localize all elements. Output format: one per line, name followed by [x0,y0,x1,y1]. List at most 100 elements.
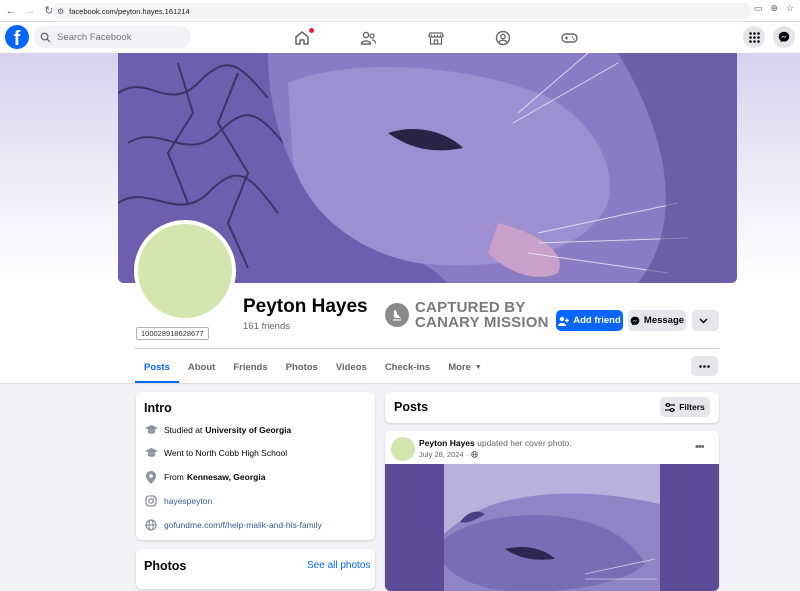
add-friend-button[interactable]: Add friend [556,310,623,331]
intro-website: gofundme.com/f/help-malik-and-his-family [144,518,322,532]
back-icon[interactable]: ← [3,3,19,19]
message-label: Message [643,315,685,326]
from-prefix: From [164,472,184,482]
studied-prefix: Studied at [164,425,203,435]
post-author-avatar[interactable] [391,437,415,461]
tab-label: Posts [144,361,170,373]
facebook-logo-icon[interactable]: f [5,25,29,49]
forward-icon[interactable]: → [22,3,38,19]
nav-marketplace[interactable] [402,22,469,53]
tabs-more-options-button[interactable] [691,356,718,376]
gaming-icon [561,32,578,43]
globe-icon [471,451,479,458]
profile-name: Peyton Hayes [243,296,368,317]
search-box[interactable] [34,26,191,48]
messenger-icon [630,316,640,325]
more-dots-icon [699,364,710,368]
graduation-cap-icon [144,446,158,460]
messenger-icon [778,31,790,43]
add-person-icon [558,316,570,326]
canary-mission-watermark: CAPTURED BY CANARY MISSION [385,300,549,330]
tab-label: Photos [285,361,318,373]
tab-about[interactable]: About [179,352,224,382]
chevron-down-icon [699,317,708,324]
nav-friends[interactable] [335,22,402,53]
post-image[interactable] [385,464,719,591]
tab-more[interactable]: More ▼ [439,352,491,382]
from-place[interactable]: Kennesaw, Georgia [187,472,266,482]
post-date[interactable]: July 28, 2024 · [419,450,468,459]
menu-button[interactable] [743,26,765,48]
post-action: updated her cover photo. [477,438,572,448]
location-pin-icon [144,470,158,484]
post-card: Peyton Hayes updated her cover photo. Ju… [385,431,719,591]
nav-gaming[interactable] [536,22,603,53]
profile-id-tag: 100028918628677 [136,327,209,340]
filters-button[interactable]: Filters [660,397,710,417]
cat-post-image [385,464,719,591]
intro-title: Intro [144,401,172,415]
tab-photos[interactable]: Photos [277,352,327,382]
tab-label: About [187,361,216,373]
posts-title: Posts [394,400,429,414]
intro-went-to: Went to North Cobb High School [144,446,287,460]
photos-title: Photos [144,559,187,573]
instagram-icon [144,494,158,508]
profile-avatar[interactable] [134,220,236,322]
website-link[interactable]: gofundme.com/f/help-malik-and-his-family [164,520,322,530]
intro-instagram: hayespeyton [144,494,212,508]
address-bar[interactable]: ⚙ facebook.com/peyton.hayes.161214 [52,3,752,19]
photos-card: Photos See all photos [136,549,375,589]
friend-count[interactable]: 161 friends [243,321,290,332]
friends-icon [360,31,377,45]
cast-icon[interactable]: ▭ [754,3,763,14]
header-divider [135,348,719,349]
tab-label: Videos [335,361,367,373]
instagram-link[interactable]: hayespeyton [164,496,212,506]
intro-card: Intro Studied at University of Georgia We… [136,392,375,540]
tab-check-ins[interactable]: Check-ins [376,352,439,382]
groups-icon [495,30,510,45]
add-friend-label: Add friend [573,315,621,326]
went-to-text: Went to North Cobb High School [164,448,288,458]
search-icon [40,32,51,43]
tab-videos[interactable]: Videos [327,352,376,382]
post-meta: July 28, 2024 · [419,450,479,459]
watermark-line-2: CANARY MISSION [415,314,549,331]
notification-dot [309,28,314,33]
marketplace-icon [427,31,444,45]
menu-grid-icon [748,31,760,43]
tab-posts[interactable]: Posts [135,352,179,383]
tab-label: Friends [233,361,268,373]
intro-studied: Studied at University of Georgia [144,423,291,437]
facebook-header: f [0,22,800,53]
tab-label: Check-ins [384,361,431,373]
canary-bird-icon [385,303,409,327]
nav-groups[interactable] [469,22,536,53]
profile-options-button[interactable] [692,310,719,331]
caret-down-icon: ▼ [474,363,482,371]
browser-toolbar: ← → ↻ ⚙ facebook.com/peyton.hayes.161214… [0,0,800,22]
post-author[interactable]: Peyton Hayes [419,438,475,448]
tab-label: More [448,361,471,373]
bookmark-star-icon[interactable]: ☆ [786,3,794,14]
profile-tabs: Posts About Friends Photos Videos Check-… [135,352,491,383]
search-input[interactable] [57,31,177,43]
studied-school[interactable]: University of Georgia [205,425,291,435]
filters-label: Filters [679,402,705,412]
message-button[interactable]: Message [628,310,686,331]
tab-friends[interactable]: Friends [224,352,276,382]
nav-home[interactable] [268,22,335,53]
watermark-line-1: CAPTURED BY [415,299,526,316]
home-icon [294,30,309,45]
filter-sliders-icon [665,402,676,412]
graduation-cap-icon [144,423,158,437]
see-all-photos-link[interactable]: See all photos [307,560,370,571]
messenger-button[interactable] [773,26,795,48]
url-text: facebook.com/peyton.hayes.161214 [69,6,190,16]
site-info-icon[interactable]: ⚙ [57,7,64,16]
zoom-icon[interactable]: ⊕ [770,3,778,14]
intro-from: From Kennesaw, Georgia [144,470,265,484]
globe-icon [144,518,158,532]
post-options-icon[interactable]: ••• [695,441,705,453]
